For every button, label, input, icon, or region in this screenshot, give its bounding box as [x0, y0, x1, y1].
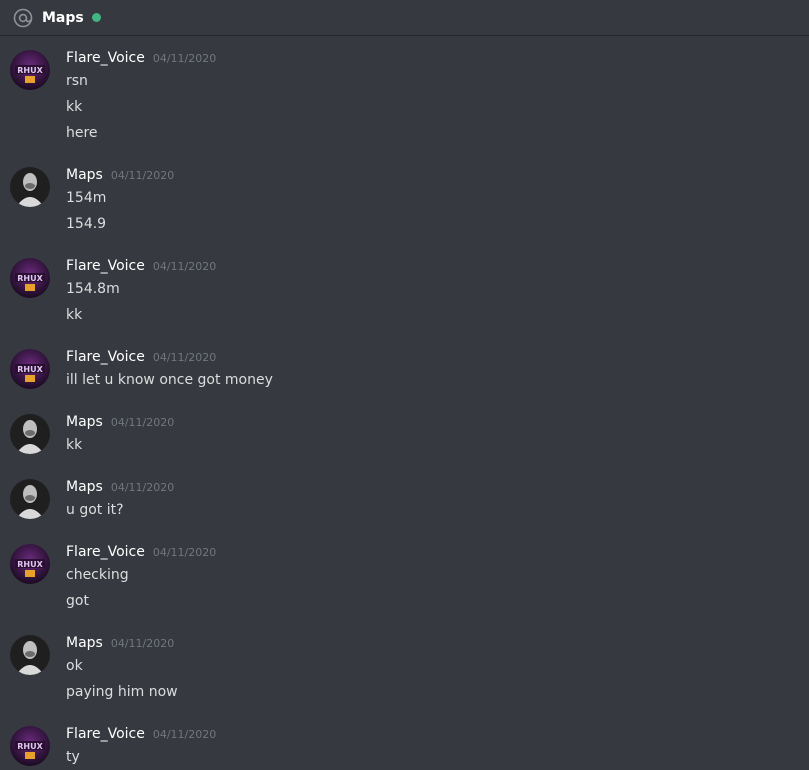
message-author[interactable]: Maps	[66, 167, 103, 183]
message-timestamp: 04/11/2020	[152, 52, 217, 65]
message-timestamp: 04/11/2020	[110, 637, 175, 650]
message-author[interactable]: Flare_Voice	[66, 544, 145, 560]
svg-text:RHUX: RHUX	[17, 365, 43, 374]
message-author[interactable]: Flare_Voice	[66, 349, 145, 365]
flare-voice-avatar[interactable]: RHUX	[10, 50, 50, 90]
message-timestamp: 04/11/2020	[152, 351, 217, 364]
flare-voice-avatar[interactable]: RHUX	[10, 349, 50, 389]
svg-text:RHUX: RHUX	[17, 742, 43, 751]
message-text: 154.9	[66, 216, 107, 232]
message-timestamp: 04/11/2020	[110, 416, 175, 429]
flare-voice-avatar[interactable]: RHUX	[10, 726, 50, 766]
message-author[interactable]: Maps	[66, 414, 103, 430]
message-timestamp: 04/11/2020	[152, 728, 217, 741]
message-author[interactable]: Flare_Voice	[66, 258, 145, 274]
message-text: here	[66, 125, 98, 141]
message-text: paying him now	[66, 684, 178, 700]
maps-avatar[interactable]	[10, 414, 50, 454]
svg-text:RHUX: RHUX	[17, 560, 43, 569]
message-text: checking	[66, 567, 129, 583]
message-text: rsn	[66, 73, 88, 89]
message-text: ill let u know once got money	[66, 372, 273, 388]
message-text: got	[66, 593, 89, 609]
message-timestamp: 04/11/2020	[110, 169, 175, 182]
online-status-dot	[91, 13, 101, 22]
flare-voice-avatar[interactable]: RHUX	[10, 258, 50, 298]
message-author[interactable]: Maps	[66, 635, 103, 651]
message-text: u got it?	[66, 502, 124, 518]
maps-avatar[interactable]	[10, 479, 50, 519]
maps-avatar[interactable]	[10, 635, 50, 675]
svg-text:RHUX: RHUX	[17, 66, 43, 75]
message-timestamp: 04/11/2020	[152, 546, 217, 559]
message-list[interactable]: RHUX Flare_Voice 04/11/2020 rsn kk here …	[0, 36, 809, 770]
message-author[interactable]: Flare_Voice	[66, 726, 145, 742]
maps-avatar[interactable]	[10, 167, 50, 207]
flare-voice-avatar[interactable]: RHUX	[10, 544, 50, 584]
message-timestamp: 04/11/2020	[152, 260, 217, 273]
svg-text:RHUX: RHUX	[17, 274, 43, 283]
at-icon	[12, 7, 34, 29]
message-text: kk	[66, 437, 83, 453]
message-text: kk	[66, 307, 83, 323]
message-text: ty	[66, 749, 80, 765]
message-text: 154m	[66, 190, 107, 206]
dm-header: Maps	[0, 0, 809, 36]
message-timestamp: 04/11/2020	[110, 481, 175, 494]
message-text: 154.8m	[66, 281, 120, 297]
message-text: ok	[66, 658, 83, 674]
channel-title: Maps	[42, 9, 84, 26]
message-author[interactable]: Maps	[66, 479, 103, 495]
message-text: kk	[66, 99, 83, 115]
message-author[interactable]: Flare_Voice	[66, 50, 145, 66]
